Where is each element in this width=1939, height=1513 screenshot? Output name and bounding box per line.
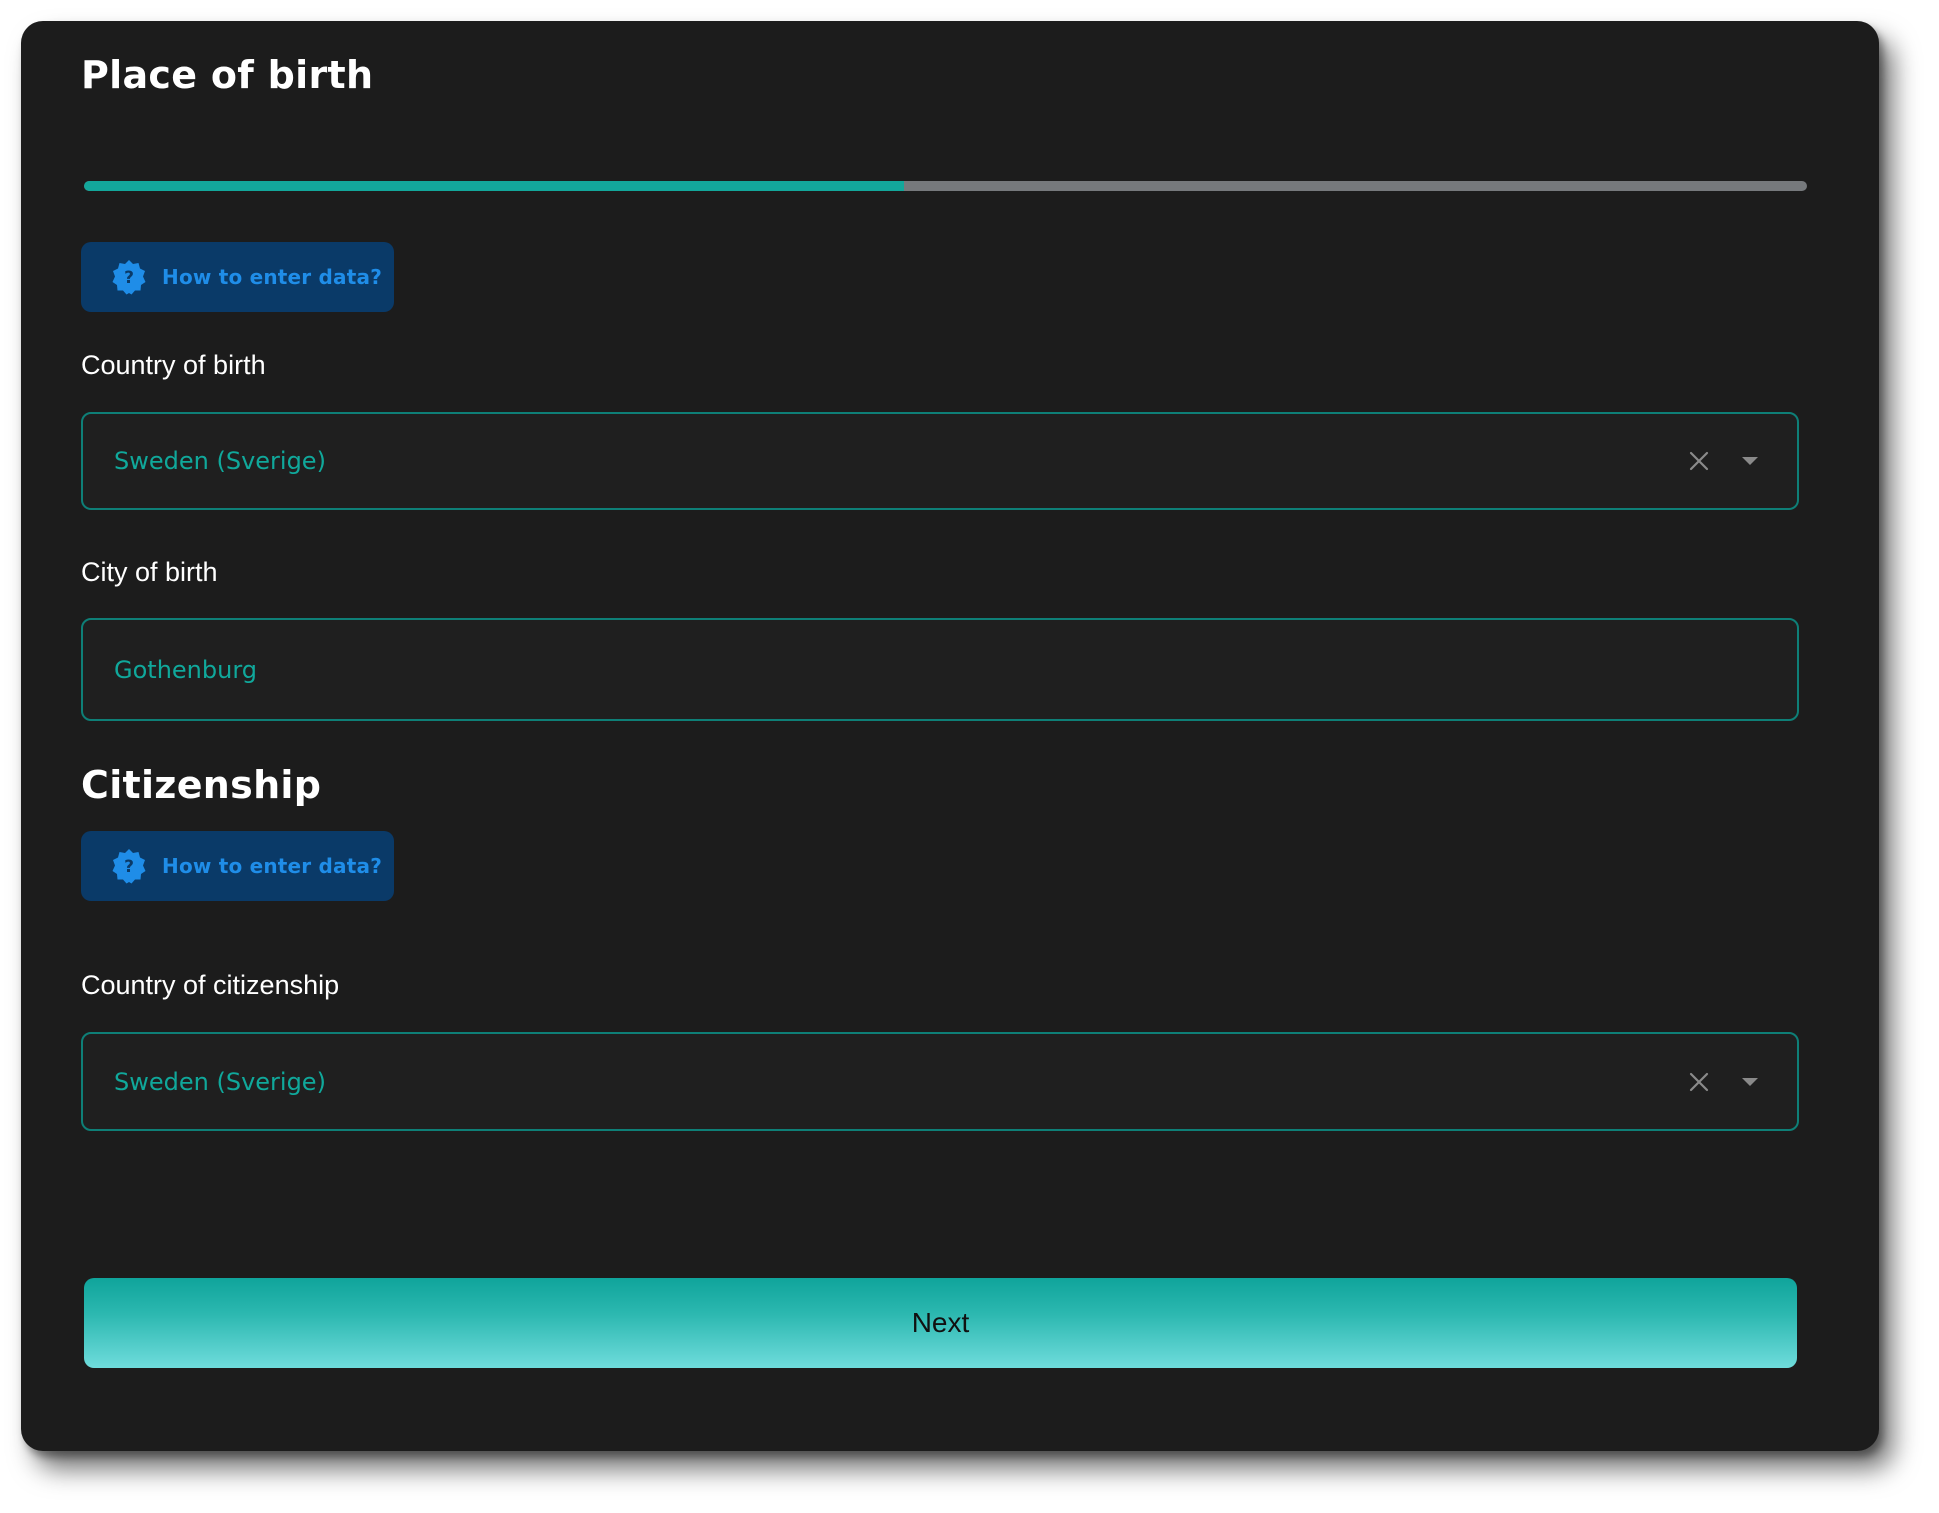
country-of-citizenship-value: Sweden (Sverige)	[114, 1067, 326, 1096]
progress-bar	[84, 181, 1807, 191]
how-to-enter-data-button[interactable]: ? How to enter data?	[81, 831, 394, 901]
chevron-down-icon[interactable]	[1739, 454, 1761, 468]
progress-bar-fill	[84, 181, 905, 191]
country-of-birth-value: Sweden (Sverige)	[114, 447, 326, 475]
country-of-citizenship-label: Country of citizenship	[81, 970, 340, 1000]
next-button[interactable]: Next	[84, 1278, 1797, 1368]
clear-icon[interactable]	[1687, 449, 1711, 473]
city-of-birth-input[interactable]: Gothenburg	[81, 618, 1799, 721]
question-badge-icon: ?	[111, 848, 147, 884]
how-to-enter-data-label: How to enter data?	[162, 265, 383, 289]
svg-text:?: ?	[124, 268, 134, 288]
form-card: Place of birth ? How to enter data? Coun…	[21, 21, 1879, 1451]
city-of-birth-label: City of birth	[81, 557, 218, 587]
chevron-down-icon[interactable]	[1739, 1075, 1761, 1089]
question-badge-icon: ?	[111, 259, 147, 295]
citizenship-section-title: Citizenship	[81, 763, 322, 807]
country-of-birth-label: Country of birth	[81, 350, 266, 380]
country-of-birth-select[interactable]: Sweden (Sverige)	[81, 412, 1799, 510]
city-of-birth-value: Gothenburg	[114, 655, 258, 684]
how-to-enter-data-button[interactable]: ? How to enter data?	[81, 242, 394, 312]
clear-icon[interactable]	[1687, 1070, 1711, 1094]
how-to-enter-data-label: How to enter data?	[162, 854, 383, 878]
country-of-citizenship-select[interactable]: Sweden (Sverige)	[81, 1032, 1799, 1131]
next-button-label: Next	[911, 1307, 970, 1338]
svg-text:?: ?	[124, 857, 134, 877]
page-title: Place of birth	[81, 53, 374, 97]
